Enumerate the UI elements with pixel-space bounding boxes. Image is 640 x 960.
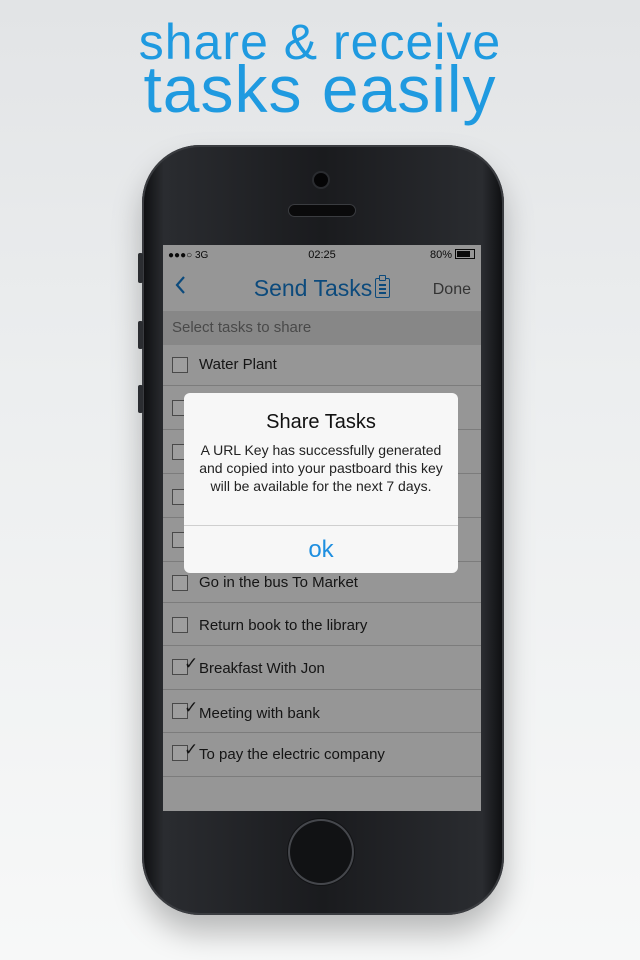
volume-down-button (138, 385, 143, 413)
speaker-grille (289, 205, 355, 216)
ok-button[interactable]: ok (184, 526, 458, 573)
headline-line-2: tasks easily (143, 52, 497, 126)
home-button[interactable] (290, 821, 352, 883)
share-tasks-alert: Share Tasks A URL Key has successfully g… (184, 393, 458, 573)
phone-frame: ●●●○ 3G 02:25 80% Send Tasks Done Select… (138, 145, 504, 915)
volume-up-button (138, 321, 143, 349)
phone-screen: ●●●○ 3G 02:25 80% Send Tasks Done Select… (163, 245, 481, 811)
mute-switch (138, 253, 143, 283)
camera-icon (314, 173, 328, 187)
alert-title: Share Tasks (266, 411, 376, 433)
alert-message: A URL Key has successfully generated and… (199, 442, 443, 494)
